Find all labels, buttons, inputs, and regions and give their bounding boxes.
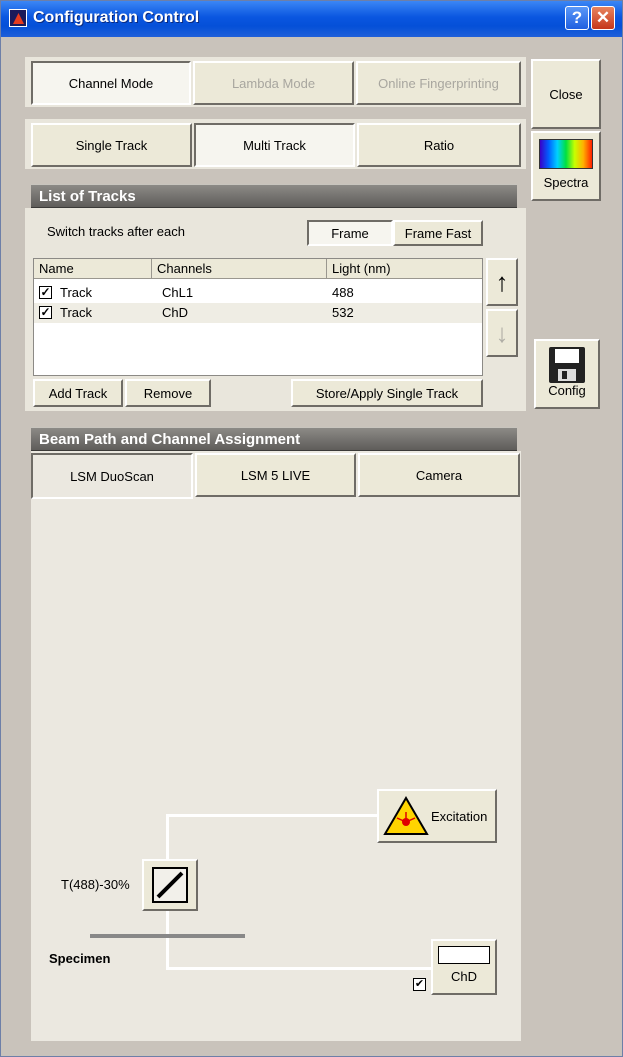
config-label: Config: [548, 383, 586, 398]
table-row[interactable]: ✓ Track ChL1 488: [34, 283, 482, 303]
spectrum-icon: [539, 139, 593, 169]
channel-chd-label: ChD: [450, 969, 477, 984]
excitation-button[interactable]: Excitation: [377, 789, 497, 843]
tab-ratio[interactable]: Ratio: [357, 123, 521, 167]
tab-lsm-5-live[interactable]: LSM 5 LIVE: [195, 453, 356, 497]
beamsplitter-button[interactable]: [142, 859, 198, 911]
column-header-name[interactable]: Name: [34, 259, 152, 279]
move-track-down-button[interactable]: ↓: [486, 309, 518, 357]
move-track-up-button[interactable]: ↑: [486, 258, 518, 306]
window-close-button[interactable]: ✕: [591, 6, 615, 30]
tab-lambda-mode[interactable]: Lambda Mode: [193, 61, 354, 105]
channel-color-swatch: [438, 946, 490, 964]
spectra-label: Spectra: [543, 175, 589, 190]
channel-chd-button[interactable]: ChD: [431, 939, 497, 995]
laser-warning-icon: [383, 796, 429, 835]
beam-line-bottom: [166, 967, 434, 970]
beamsplitter-label: T(488)-30%: [61, 877, 130, 892]
floppy-disk-icon: [549, 347, 585, 383]
beam-path-header: Beam Path and Channel Assignment: [31, 427, 517, 451]
help-button[interactable]: ?: [565, 6, 589, 30]
store-apply-single-track-button[interactable]: Store/Apply Single Track: [291, 379, 483, 407]
specimen-plane: [90, 934, 245, 938]
remove-track-button[interactable]: Remove: [125, 379, 211, 407]
tab-channel-mode[interactable]: Channel Mode: [31, 61, 191, 105]
track-name: Track: [60, 285, 93, 300]
arrow-down-icon: ↓: [495, 317, 509, 348]
tab-single-track[interactable]: Single Track: [31, 123, 192, 167]
frame-fast-toggle[interactable]: Frame Fast: [393, 220, 483, 246]
tab-camera[interactable]: Camera: [358, 453, 520, 497]
configuration-control-window: Configuration Control ? ✕ Channel Mode L…: [0, 0, 623, 1057]
column-header-light[interactable]: Light (nm): [327, 259, 482, 279]
specimen-label: Specimen: [49, 951, 111, 966]
track-enable-checkbox[interactable]: ✓: [39, 286, 52, 299]
track-enable-checkbox[interactable]: ✓: [39, 306, 52, 319]
excitation-label: Excitation: [431, 808, 488, 824]
close-button[interactable]: Close: [531, 59, 601, 129]
spectra-button[interactable]: Spectra: [531, 131, 601, 201]
window-title: Configuration Control: [33, 9, 200, 26]
track-light: 532: [332, 305, 354, 320]
beam-line-top: [167, 814, 379, 817]
checkmark-icon: ✔: [414, 978, 425, 990]
list-of-tracks-header: List of Tracks: [31, 184, 517, 208]
config-button[interactable]: Config: [534, 339, 600, 409]
app-icon: [9, 9, 27, 27]
track-channels: ChL1: [162, 285, 194, 300]
tab-online-fingerprinting[interactable]: Online Fingerprinting: [356, 61, 521, 105]
tracks-table-header: Name Channels Light (nm): [34, 259, 482, 279]
channel-enable-checkbox[interactable]: ✔: [413, 978, 426, 991]
add-track-button[interactable]: Add Track: [33, 379, 123, 407]
tracks-table: Name Channels Light (nm) ✓ Track ChL1 48…: [33, 258, 483, 376]
title-bar: Configuration Control ? ✕: [1, 1, 622, 37]
tab-lsm-duoscan[interactable]: LSM DuoScan: [31, 453, 193, 499]
track-name: Track: [60, 305, 93, 320]
table-row[interactable]: ✓ Track ChD 532: [34, 303, 482, 323]
arrow-up-icon: ↑: [495, 266, 509, 297]
frame-toggle[interactable]: Frame: [307, 220, 393, 246]
column-header-channels[interactable]: Channels: [152, 259, 327, 279]
beamsplitter-icon: [152, 867, 188, 903]
tab-multi-track[interactable]: Multi Track: [194, 123, 355, 167]
switch-tracks-label: Switch tracks after each: [47, 224, 185, 239]
track-channels: ChD: [162, 305, 189, 320]
track-light: 488: [332, 285, 354, 300]
